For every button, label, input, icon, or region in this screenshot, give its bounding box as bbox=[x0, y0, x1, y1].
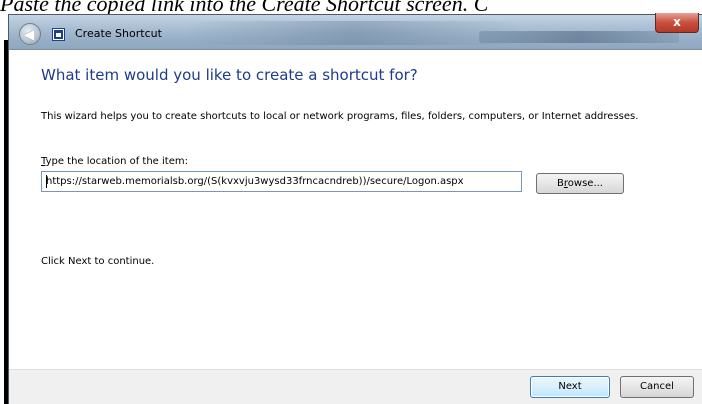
back-arrow-icon[interactable]: ◀ bbox=[19, 23, 41, 45]
cancel-button[interactable]: Cancel bbox=[620, 376, 694, 398]
next-button[interactable]: Next bbox=[530, 376, 610, 398]
title-bar-background-detail bbox=[479, 31, 679, 43]
wizard-description: This wizard helps you to create shortcut… bbox=[41, 111, 639, 122]
left-edge-divider bbox=[0, 40, 8, 404]
continue-hint: Click Next to continue. bbox=[41, 256, 155, 267]
text-caret bbox=[46, 175, 47, 188]
close-button[interactable]: x bbox=[655, 13, 699, 33]
browse-label-start: B bbox=[557, 178, 564, 189]
window-title: Create Shortcut bbox=[75, 27, 162, 40]
button-bar: Next Cancel bbox=[9, 369, 702, 404]
create-shortcut-window: ◀ Create Shortcut x What item would you … bbox=[8, 13, 702, 404]
wizard-content: What item would you like to create a sho… bbox=[9, 49, 702, 369]
title-bar-background bbox=[185, 21, 525, 45]
close-icon: x bbox=[673, 15, 681, 29]
location-input-value: https://starweb.memorialsb.org/(S(kvxvju… bbox=[46, 176, 464, 187]
location-input[interactable]: https://starweb.memorialsb.org/(S(kvxvju… bbox=[41, 171, 522, 192]
location-label: Type the location of the item: bbox=[41, 156, 188, 167]
page-heading: What item would you like to create a sho… bbox=[41, 66, 418, 84]
browse-label-end: owse... bbox=[567, 178, 603, 189]
location-label-text: ype the location of the item: bbox=[45, 156, 188, 167]
shortcut-wizard-icon bbox=[52, 28, 65, 41]
title-bar: ◀ Create Shortcut x bbox=[9, 13, 702, 49]
browse-button[interactable]: Browse... bbox=[536, 173, 624, 194]
